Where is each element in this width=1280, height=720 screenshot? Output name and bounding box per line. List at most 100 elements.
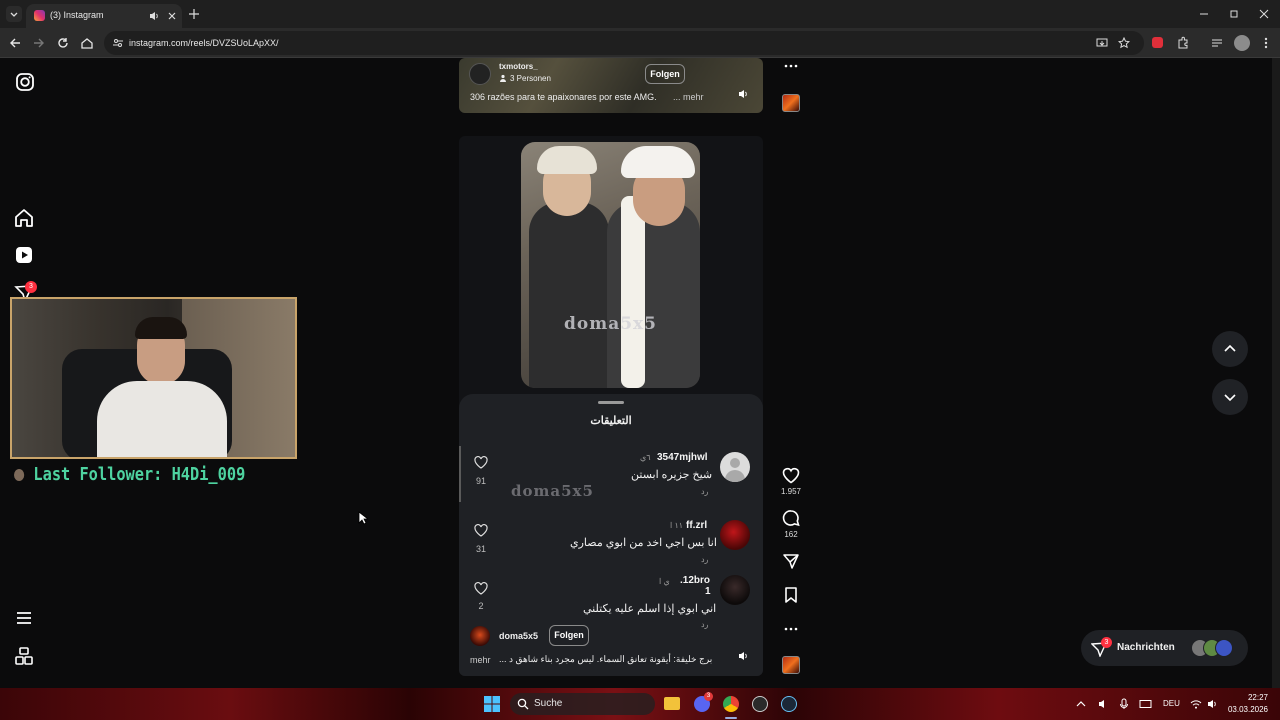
reload-icon[interactable] bbox=[56, 36, 70, 50]
video-figure-left bbox=[529, 202, 609, 388]
audio-thumbnail[interactable] bbox=[782, 656, 800, 674]
messages-label: Nachrichten bbox=[1117, 642, 1175, 653]
speaker-icon[interactable] bbox=[737, 650, 749, 662]
reel-video[interactable]: doma5x5 bbox=[521, 142, 700, 388]
page-scrollbar[interactable] bbox=[1272, 58, 1280, 688]
comment-reply[interactable]: رد bbox=[701, 487, 708, 496]
browser-tab-instagram[interactable]: (3) Instagram bbox=[26, 4, 182, 28]
heart-icon[interactable] bbox=[474, 456, 488, 469]
previous-reel-button[interactable] bbox=[1212, 331, 1248, 367]
share-icon[interactable] bbox=[782, 552, 800, 570]
instagram-favicon bbox=[34, 10, 45, 21]
reels-icon[interactable] bbox=[13, 244, 35, 266]
install-app-icon[interactable] bbox=[1096, 37, 1108, 49]
comment-age: ي ا bbox=[659, 577, 670, 586]
reel-author-avatar[interactable] bbox=[470, 626, 490, 646]
minimize-icon[interactable] bbox=[1198, 8, 1210, 20]
obs-icon[interactable] bbox=[752, 696, 768, 712]
extensions-puzzle-icon[interactable] bbox=[1176, 36, 1190, 50]
comment-username[interactable]: 3547mjhwl bbox=[657, 452, 708, 463]
speaker-icon[interactable] bbox=[737, 88, 749, 100]
back-icon[interactable] bbox=[8, 36, 22, 50]
top-reel-username[interactable]: txmotors_ bbox=[499, 62, 538, 71]
top-reel-more-icon[interactable] bbox=[783, 62, 799, 70]
previous-reel-card[interactable]: txmotors_ 3 Personen Folgen 306 razões p… bbox=[459, 58, 763, 113]
notification-badge: 3 bbox=[25, 281, 37, 293]
person-icon bbox=[500, 74, 506, 82]
comment-username[interactable]: 12bro. bbox=[680, 575, 710, 586]
comment-text: شيخ جزيره ابستن bbox=[631, 469, 713, 481]
chrome-icon[interactable] bbox=[723, 696, 739, 712]
drag-handle[interactable] bbox=[598, 401, 624, 404]
messages-button[interactable]: 3 Nachrichten bbox=[1081, 630, 1248, 666]
comment-watermark: doma5x5 bbox=[511, 482, 594, 500]
comment-icon[interactable] bbox=[782, 509, 800, 527]
like-heart-icon[interactable] bbox=[782, 467, 800, 484]
heart-icon[interactable] bbox=[474, 524, 488, 537]
commenter-avatar[interactable] bbox=[720, 520, 750, 550]
bookmark-star-icon[interactable] bbox=[1118, 37, 1130, 49]
more-apps-icon[interactable] bbox=[13, 645, 35, 667]
chevron-down-icon bbox=[10, 12, 18, 17]
microphone-icon[interactable] bbox=[1119, 698, 1129, 710]
speaker-tray-icon[interactable] bbox=[1206, 698, 1218, 710]
last-follower-label: Last Follower: H4Di_009 bbox=[14, 464, 245, 485]
top-reel-more[interactable]: ... mehr bbox=[673, 92, 704, 102]
more-icon[interactable] bbox=[783, 625, 799, 633]
active-app-indicator bbox=[725, 717, 737, 719]
comment-reply[interactable]: رد bbox=[701, 555, 708, 564]
bookmark-icon[interactable] bbox=[784, 586, 798, 604]
restore-icon[interactable] bbox=[1228, 8, 1240, 20]
like-count: 1.957 bbox=[780, 487, 802, 496]
extension-red-icon[interactable] bbox=[1152, 37, 1163, 48]
video-cap-left bbox=[537, 146, 597, 174]
language-indicator[interactable]: DEU bbox=[1163, 699, 1180, 708]
txmotors-avatar[interactable] bbox=[469, 63, 491, 85]
windows-start-icon[interactable] bbox=[484, 696, 500, 712]
tab-audio-icon[interactable] bbox=[148, 10, 160, 22]
taskbar-search[interactable]: Suche bbox=[510, 693, 655, 715]
reel-author-username[interactable]: doma5x5 bbox=[499, 631, 538, 641]
tab-close-icon[interactable] bbox=[166, 10, 178, 22]
commenter-avatar[interactable] bbox=[720, 575, 750, 605]
top-reel-audio-thumbnail[interactable] bbox=[782, 94, 800, 112]
url-text: instagram.com/reels/DVZSUoLApXX/ bbox=[129, 38, 279, 48]
comment-item: ٦ي 3547mjhwl شيخ جزيره ابستن رد doma5x5 … bbox=[459, 450, 763, 510]
wifi-icon[interactable] bbox=[1190, 698, 1202, 710]
new-tab-icon[interactable] bbox=[188, 8, 200, 20]
commenter-avatar[interactable] bbox=[720, 452, 750, 482]
instagram-icon[interactable] bbox=[14, 71, 36, 93]
close-window-icon[interactable] bbox=[1258, 8, 1270, 20]
site-info-icon[interactable] bbox=[112, 37, 124, 49]
address-bar[interactable]: instagram.com/reels/DVZSUoLApXX/ bbox=[104, 31, 1144, 55]
clock-date[interactable]: 03.03.2026 bbox=[1222, 705, 1268, 714]
reel-more[interactable]: mehr bbox=[470, 655, 491, 665]
heart-icon[interactable] bbox=[474, 582, 488, 595]
steam-icon[interactable] bbox=[781, 696, 797, 712]
reel-follow-button[interactable]: Folgen bbox=[549, 625, 589, 646]
comment-item: ١١ ا ff.zrl انا بس اجي اخد من ابوي مصاري… bbox=[459, 518, 763, 578]
comment-reply[interactable]: رد bbox=[701, 620, 708, 629]
tab-search-button[interactable] bbox=[6, 6, 22, 22]
menu-icon[interactable] bbox=[13, 607, 35, 629]
home-icon[interactable] bbox=[13, 207, 35, 229]
comment-username-line2: 1 bbox=[705, 586, 711, 597]
comments-title: التعليقات bbox=[590, 415, 632, 427]
file-explorer-icon[interactable] bbox=[664, 697, 680, 710]
webcam-person-shirt bbox=[97, 381, 227, 457]
clock-time[interactable]: 22:27 bbox=[1230, 693, 1268, 702]
home-button-icon[interactable] bbox=[80, 36, 94, 50]
current-reel-card[interactable]: doma5x5 التعليقات ٦ي 3547mjhwl شيخ جزيره… bbox=[459, 136, 763, 676]
reading-list-icon[interactable] bbox=[1210, 36, 1224, 50]
browser-menu-icon[interactable] bbox=[1260, 36, 1272, 50]
top-reel-collab[interactable]: 3 Personen bbox=[510, 74, 551, 83]
next-reel-button[interactable] bbox=[1212, 379, 1248, 415]
top-reel-follow-button[interactable]: Folgen bbox=[645, 64, 685, 84]
keyboard-icon[interactable] bbox=[1139, 698, 1152, 710]
comment-username[interactable]: ff.zrl bbox=[686, 520, 707, 531]
tray-expand-icon[interactable] bbox=[1076, 699, 1086, 709]
profile-avatar[interactable] bbox=[1234, 35, 1250, 51]
chevron-up-icon bbox=[1224, 344, 1236, 352]
volume-tray-icon[interactable] bbox=[1097, 698, 1109, 710]
forward-icon[interactable] bbox=[32, 36, 46, 50]
